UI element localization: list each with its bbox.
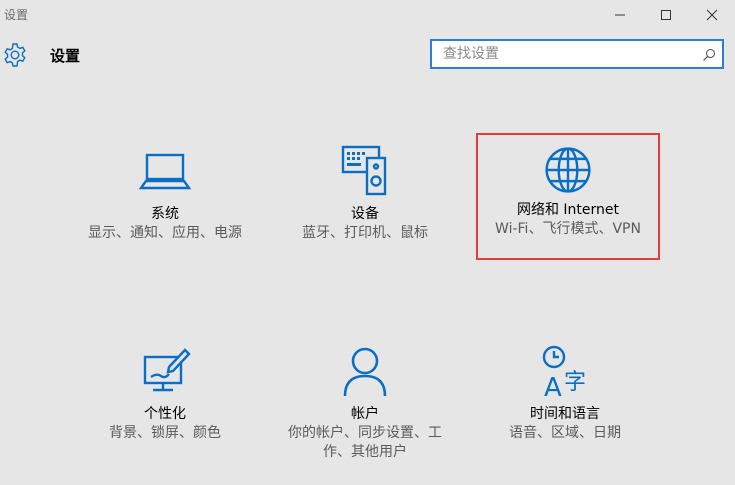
laptop-icon [138,153,192,190]
tile-desc: 你的帐户、同步设置、工作、其他用户 [288,425,442,460]
person-icon [343,347,387,397]
maximize-button[interactable] [643,0,689,30]
personalization-icon [143,348,191,392]
tile-title: 设备 [351,206,379,222]
close-icon [706,9,718,21]
tile-desc: 蓝牙、打印机、鼠标 [302,225,428,241]
time-language-icon: A 字 [542,345,586,400]
page-title: 设置 [50,47,81,65]
tile-desc: 语音、区域、日期 [509,425,621,441]
svg-text:A: A [544,373,562,400]
tile-desc: 背景、锁屏、颜色 [109,425,221,441]
tile-title: 帐户 [351,406,379,422]
tile-desc: Wi-Fi、飞行模式、VPN [495,221,641,237]
tile-devices[interactable]: 设备 蓝牙、打印机、鼠标 [275,144,455,243]
gear-icon[interactable] [2,42,28,68]
tile-title: 网络和 Internet [516,202,620,218]
minimize-button[interactable] [597,0,643,30]
search-icon[interactable] [702,48,716,62]
minimize-icon [615,14,625,16]
globe-icon [545,147,591,193]
tile-time-language[interactable]: A 字 时间和语言 语音、区域、日期 [475,344,655,443]
tile-accounts[interactable]: 帐户 你的帐户、同步设置、工作、其他用户 [275,344,455,462]
tile-title: 系统 [151,206,179,222]
devices-icon [341,145,387,196]
search-input[interactable] [432,41,722,67]
tile-system[interactable]: 系统 显示、通知、应用、电源 [75,144,255,243]
tile-desc: 显示、通知、应用、电源 [88,225,242,241]
tile-title: 个性化 [144,406,186,422]
maximize-icon [661,10,671,20]
tile-title: 时间和语言 [530,406,600,422]
tile-network[interactable]: 网络和 Internet Wi-Fi、飞行模式、VPN [476,133,660,260]
search-box[interactable] [430,39,724,69]
window-title: 设置 [4,8,29,22]
tile-personalization[interactable]: 个性化 背景、锁屏、颜色 [75,344,255,443]
window-controls [597,0,735,30]
svg-text:字: 字 [564,370,586,395]
close-button[interactable] [689,0,735,30]
